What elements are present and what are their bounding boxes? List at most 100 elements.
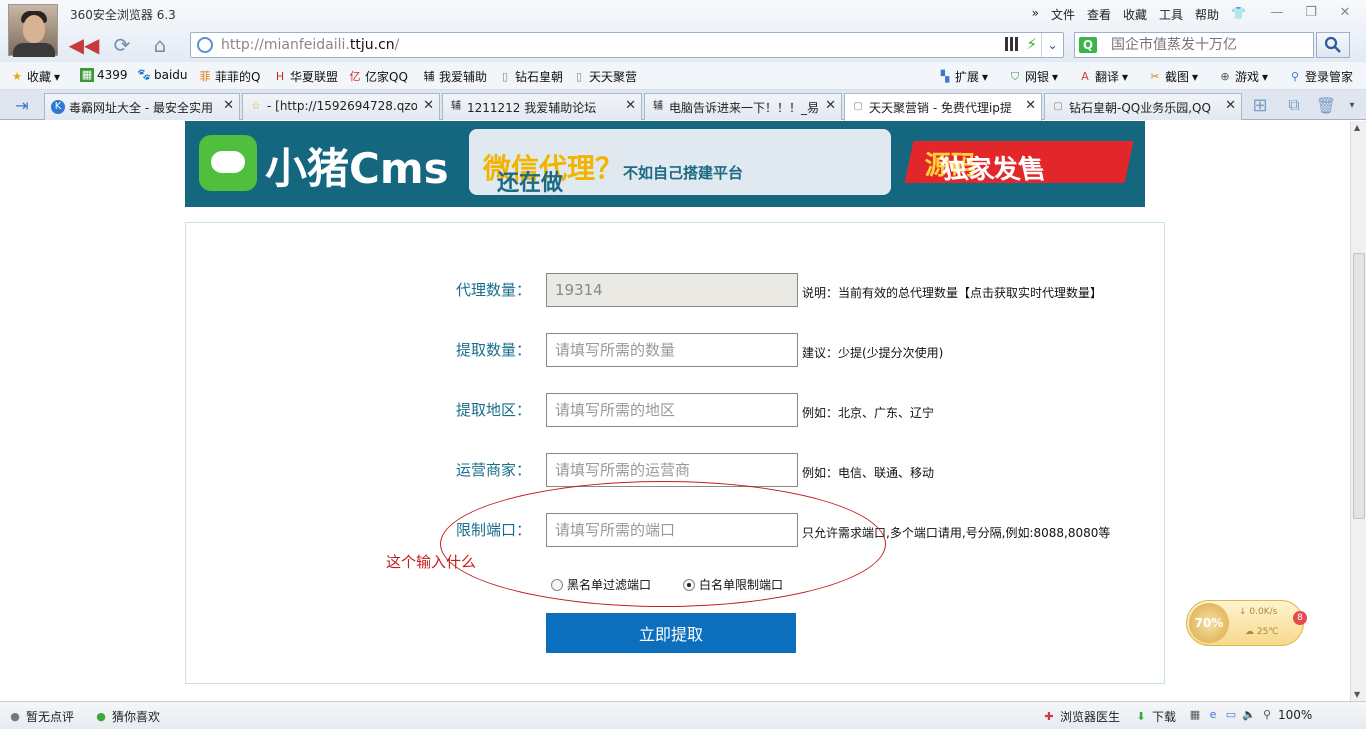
search-user-icon: ⚲ [1290, 69, 1300, 83]
hint-proxy-count[interactable]: 说明：当前有效的总代理数量【点击获取实时代理数量】 [802, 284, 1102, 301]
new-tab-icon[interactable]: ⊞ [1246, 92, 1274, 118]
bookmark-feifei[interactable]: 菲菲菲的Q [198, 68, 261, 85]
hint-extract-count: 建议：少提(少提分次使用) [802, 346, 944, 360]
status-guess-you-like[interactable]: ● 猜你喜欢 [94, 708, 160, 725]
bookmark-tiantian[interactable]: ▯ 天天聚营 [572, 68, 637, 85]
bookmarks-bar: ★ 收藏 ▾ ▦ 4399 🐾 baidu 菲菲菲的Q H 华夏联盟 亿亿家QQ 辅我爱… [0, 62, 1366, 90]
refresh-button[interactable]: ⟳ [108, 32, 136, 58]
search-box[interactable]: Q [1074, 32, 1314, 58]
green-dot-icon: ● [96, 709, 106, 723]
sidebar-toggle-icon[interactable]: ⇥ [8, 92, 36, 118]
proxy-count-field[interactable] [546, 273, 798, 307]
tab-item[interactable]: 辅电脑告诉进来一下！！！_易 ✕ [644, 93, 842, 120]
extract-submit-button[interactable]: 立即提取 [546, 613, 796, 653]
toolbar-netbank[interactable]: ⛉ 网银 ▾ [1008, 68, 1058, 85]
bookmark-baidu[interactable]: 🐾 baidu [137, 68, 187, 82]
restore-tab-icon[interactable]: ⧉ [1280, 92, 1308, 118]
download-button[interactable]: ⬇ 下载 [1134, 708, 1176, 725]
region-input[interactable] [546, 393, 798, 427]
favorites-star-icon: ★ [12, 69, 22, 83]
compat-icon[interactable]: ▦ [1188, 708, 1202, 722]
search-button[interactable] [1316, 32, 1350, 58]
extensions-icon: ▚ [940, 69, 950, 83]
tab-item[interactable]: 辅 1211212 我爱辅助论坛 ✕ [442, 93, 642, 120]
tab-item[interactable]: K 毒霸网址大全 - 最安全实用 ✕ [44, 93, 240, 120]
search-input[interactable] [1111, 35, 1311, 55]
status-no-review[interactable]: ● 暂无点评 [8, 708, 74, 725]
page-icon: ▯ [575, 69, 583, 83]
zoom-level[interactable]: 100% [1278, 708, 1312, 722]
tab-close-icon[interactable]: ✕ [1225, 98, 1236, 113]
menu-item-help[interactable]: 帮助 [1195, 6, 1219, 23]
bookmark-favorites[interactable]: ★ 收藏 ▾ [10, 68, 60, 85]
speed-mode-icon[interactable]: ⚡ [1026, 35, 1037, 53]
address-bar[interactable]: http://mianfeidaili.ttju.cn/ ⚡ ⌄ [190, 32, 1064, 58]
baidu-paw-icon: 🐾 [137, 68, 151, 81]
page-icon: ▯ [501, 69, 509, 83]
tab-close-icon[interactable]: ✕ [1025, 98, 1036, 113]
scroll-thumb[interactable] [1353, 253, 1365, 519]
tab-menu-chevron-icon[interactable]: ▾ [1338, 92, 1366, 118]
bookmark-woai[interactable]: 辅我爱辅助 [422, 68, 488, 85]
user-avatar[interactable] [8, 4, 58, 57]
proxy-extract-form: 代理数量： 说明：当前有效的总代理数量【点击获取实时代理数量】 提取数量： 建议… [185, 222, 1165, 684]
tab-close-icon[interactable]: ✕ [223, 98, 234, 113]
back-button[interactable]: ◀◀ [69, 32, 100, 58]
huaxia-icon: H [275, 69, 285, 83]
label-extract-count: 提取数量： [456, 341, 532, 359]
notification-badge[interactable]: 8 [1293, 611, 1307, 625]
menu-item-file[interactable]: 文件 [1051, 6, 1075, 23]
tab-item-active[interactable]: ▢ 天天聚营销 - 免费代理ip提 ✕ [844, 93, 1042, 121]
fu-icon: 辅 [423, 69, 435, 83]
bookmark-zuanshi[interactable]: ▯ 钻石皇朝 [498, 68, 563, 85]
menu-bar: » 文件 查看 收藏 工具 帮助 👕 [1032, 6, 1246, 23]
banner-sale: 独家发售 源码 [904, 141, 1134, 185]
toolbar-screenshot[interactable]: ✂ 截图 ▾ [1148, 68, 1198, 85]
tab-bar: ⇥ K 毒霸网址大全 - 最安全实用 ✕ ☆ - [http://1592694728… [0, 90, 1366, 121]
toolbar-login-manager[interactable]: ⚲ 登录管家 [1288, 68, 1353, 85]
annotation-question: 这个输入什么 [386, 553, 477, 571]
ad-banner[interactable]: 小猪Cms 还在做 微信代理？不如自己搭建平台 独家发售 源码 [185, 121, 1145, 207]
extract-count-input[interactable] [546, 333, 798, 367]
tab-close-icon[interactable]: ✕ [625, 98, 636, 113]
window-icon[interactable]: ▭ [1224, 708, 1238, 722]
tab-favicon: 辅 [451, 101, 461, 112]
maximize-button[interactable]: ❐ [1298, 2, 1324, 22]
home-button[interactable]: ⌂ [146, 32, 174, 58]
menu-item-tools[interactable]: 工具 [1159, 6, 1183, 23]
tab-item[interactable]: ☆ - [http://1592694728.qzo ✕ [242, 93, 440, 120]
ie-icon[interactable]: e [1206, 708, 1220, 722]
zoom-icon[interactable]: ⚲ [1260, 708, 1274, 722]
minimize-button[interactable]: — [1264, 2, 1290, 22]
toolbar-extensions[interactable]: ▚ 扩展 ▾ [938, 68, 988, 85]
vertical-scrollbar[interactable]: ▲ ▼ [1350, 121, 1366, 701]
game-icon: ▦ [80, 68, 94, 82]
tab-close-icon[interactable]: ✕ [825, 98, 836, 113]
menu-item-favorites[interactable]: 收藏 [1123, 6, 1147, 23]
navigation-bar: ◀◀ ⟳ ⌂ http://mianfeidaili.ttju.cn/ ⚡ ⌄ … [0, 30, 1366, 62]
volume-icon[interactable]: 🔈 [1242, 708, 1256, 722]
scroll-up-icon[interactable]: ▲ [1354, 123, 1360, 132]
browser-doctor[interactable]: ✚ 浏览器医生 [1042, 708, 1120, 725]
bookmark-huaxia[interactable]: H 华夏联盟 [273, 68, 338, 85]
search-engine-icon[interactable]: Q [1079, 37, 1097, 53]
address-dropdown-icon[interactable]: ⌄ [1041, 33, 1063, 57]
scissors-icon: ✂ [1150, 69, 1160, 83]
menu-item-view[interactable]: 查看 [1087, 6, 1111, 23]
skin-icon[interactable]: 👕 [1231, 6, 1246, 23]
tab-close-icon[interactable]: ✕ [423, 98, 434, 113]
tab-favicon: K [51, 100, 65, 114]
toolbar-translate[interactable]: A 翻译 ▾ [1078, 68, 1128, 85]
address-url[interactable]: http://mianfeidaili.ttju.cn/ [221, 37, 399, 53]
yi-icon: 亿 [349, 69, 361, 83]
scroll-down-icon[interactable]: ▼ [1354, 690, 1360, 699]
toolbar-games[interactable]: ⊕ 游戏 ▾ [1218, 68, 1268, 85]
tab-item[interactable]: ▢ 钻石皇朝-QQ业务乐园,QQ ✕ [1044, 93, 1242, 120]
close-window-button[interactable]: ✕ [1332, 2, 1358, 22]
speed-widget[interactable]: 70% ↓ 0.0K/s ☁ 25℃ 8 [1186, 600, 1307, 646]
bookmark-yijia[interactable]: 亿亿家QQ [348, 68, 408, 85]
trash-icon[interactable]: 🗑 [1312, 92, 1340, 118]
qrcode-icon[interactable] [1005, 37, 1019, 51]
bookmark-4399[interactable]: ▦ 4399 [80, 68, 128, 82]
menu-more-icon[interactable]: » [1032, 6, 1039, 23]
